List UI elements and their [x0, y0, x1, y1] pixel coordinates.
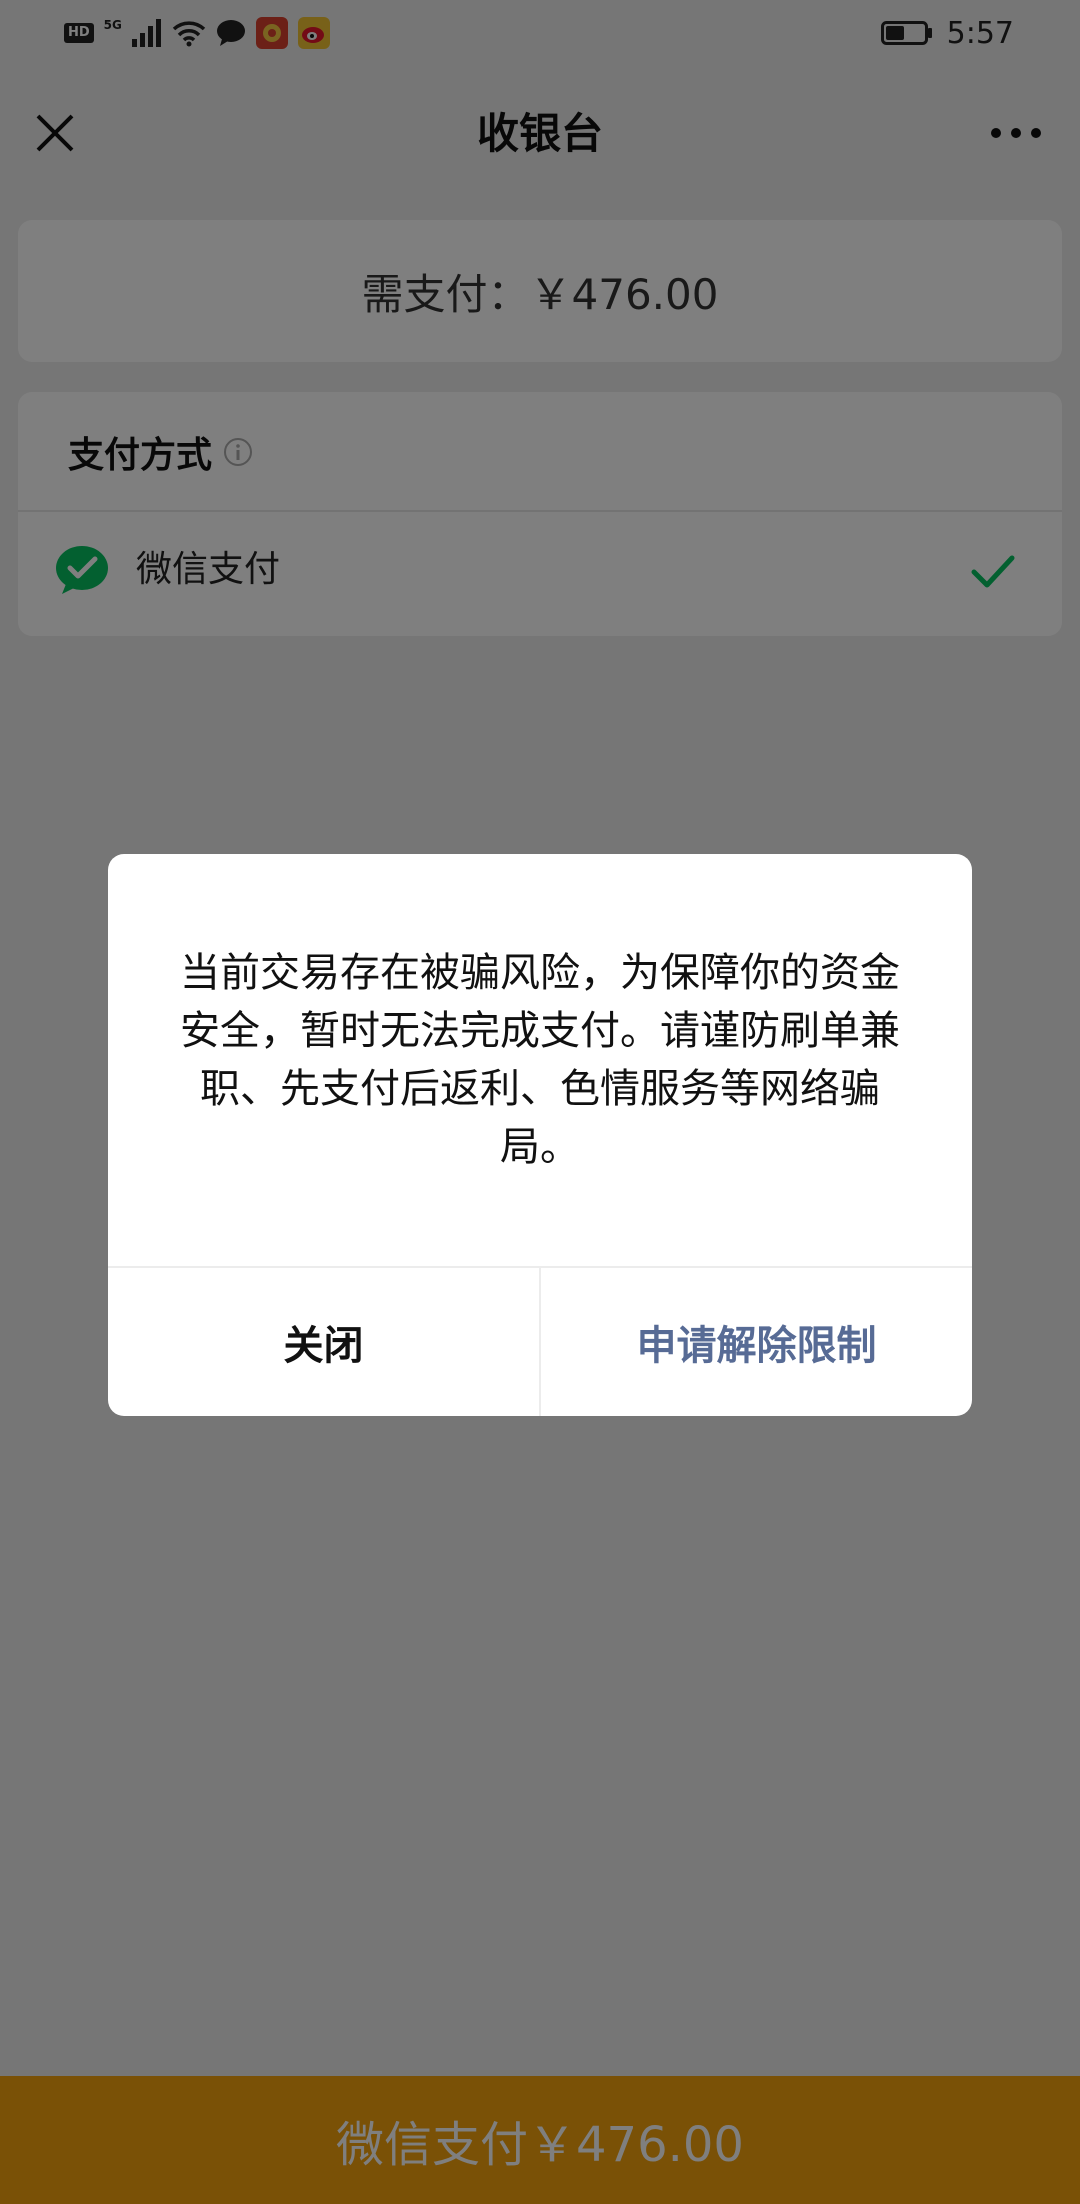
dialog-close-button[interactable]: 关闭 — [108, 1268, 539, 1416]
cashier-screen: HD 5G — [0, 0, 1080, 2204]
request-unlock-button[interactable]: 申请解除限制 — [541, 1268, 972, 1416]
dialog-message: 当前交易存在被骗风险，为保障你的资金安全，暂时无法完成支付。请谨防刷单兼职、先支… — [180, 950, 900, 1170]
dialog-buttons: 关闭 申请解除限制 — [108, 1268, 972, 1416]
risk-warning-dialog: 当前交易存在被骗风险，为保障你的资金安全，暂时无法完成支付。请谨防刷单兼职、先支… — [108, 854, 972, 1416]
